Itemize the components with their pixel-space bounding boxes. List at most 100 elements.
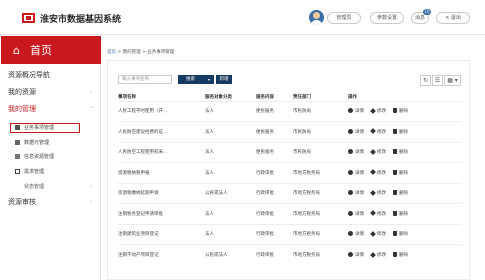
cell-content: 便民服务 xyxy=(256,141,293,163)
delete-button[interactable]: 删除 xyxy=(393,210,408,217)
settings-button[interactable]: 参数设置 xyxy=(370,12,404,24)
delete-icon xyxy=(393,190,397,196)
sidebar-item-my-resources[interactable]: 我的资源 xyxy=(8,87,36,97)
detail-button[interactable]: 详情 xyxy=(348,231,364,237)
table-row[interactable]: 注销建筑业项目登记 法人 行政审批 市地方税务局 详情 修改 删除 xyxy=(118,223,462,245)
table-row[interactable]: 人民防空建设经费的征... 法人 便民服务 市民防局 详情 修改 删除 xyxy=(118,121,462,142)
columns-icon[interactable]: ☰ xyxy=(432,75,443,86)
cell-department: 市民防局 xyxy=(293,100,348,122)
sidebar-item-info-resources[interactable]: 信息资源管理 xyxy=(24,153,54,160)
delete-button[interactable]: 删除 xyxy=(393,231,408,237)
edit-button-label: 修改 xyxy=(377,150,386,156)
delete-button[interactable]: 删除 xyxy=(393,149,408,155)
table-row[interactable]: 人民工程平时使用（开... 法人 便民服务 市民防局 详情 修改 删除 xyxy=(118,100,462,122)
table-header-row: 事项名称 服务对象分类 服务内容 责任部门 操作 xyxy=(118,93,462,101)
edit-button-label: 修改 xyxy=(377,211,386,217)
edit-button[interactable]: 修改 xyxy=(370,148,386,156)
edit-button-label: 修改 xyxy=(377,232,386,238)
top-header: 淮安市数据基因系统 管理员 参数设置 消息 10 × 退出 xyxy=(0,0,485,35)
detail-button[interactable]: 详情 xyxy=(348,252,364,258)
cell-content: 行政审批 xyxy=(256,162,293,183)
breadcrumb-path: > 我的管理 > 业务事项管理 xyxy=(116,50,175,55)
cell-actions: 详情 修改 删除 xyxy=(348,121,462,142)
info-icon xyxy=(348,128,353,134)
edit-icon xyxy=(370,230,376,237)
search-button[interactable]: 搜索 ▾ xyxy=(178,75,214,84)
edit-button[interactable]: 修改 xyxy=(370,210,386,217)
delete-button[interactable]: 删除 xyxy=(393,190,408,196)
column-header-content[interactable]: 服务内容 xyxy=(256,93,293,101)
column-header-name[interactable]: 事项名称 xyxy=(118,93,205,101)
delete-icon xyxy=(393,252,397,257)
sidebar-item-status[interactable]: 状态管理 xyxy=(24,183,44,190)
breadcrumb-home[interactable]: 首页 xyxy=(107,50,116,55)
cell-actions: 详情 修改 删除 xyxy=(348,182,462,204)
sidebar-item-resource-review[interactable]: 资源审核 xyxy=(8,197,36,207)
delete-button-label: 删除 xyxy=(399,109,408,115)
delete-icon xyxy=(393,210,397,216)
user-avatar[interactable] xyxy=(309,10,324,25)
chevron-right-icon: › xyxy=(90,184,92,190)
edit-button[interactable]: 修改 xyxy=(370,189,386,197)
edit-button[interactable]: 修改 xyxy=(370,107,386,114)
breadcrumb: 首页 > 我的管理 > 业务事项管理 xyxy=(107,49,174,55)
cell-department: 市地方税务局 xyxy=(293,244,348,265)
edit-button[interactable]: 修改 xyxy=(370,169,386,176)
edit-icon xyxy=(370,148,376,155)
detail-button[interactable]: 详情 xyxy=(348,108,364,114)
detail-button[interactable]: 详情 xyxy=(348,190,364,196)
delete-button-label: 删除 xyxy=(399,191,408,197)
table-row[interactable]: 注销税务登记申请审批 法人 行政审批 市地方税务局 详情 修改 删除 xyxy=(118,203,462,224)
table-row[interactable]: 人民防空工程使用权采... 法人 便民服务 市民防局 详情 修改 删除 xyxy=(118,141,462,163)
edit-button[interactable]: 修改 xyxy=(370,128,386,135)
cell-content: 行政审批 xyxy=(256,223,293,245)
user-menu-button[interactable]: 管理员 xyxy=(327,12,361,24)
sidebar-item-resource-overview[interactable]: 资源概况导航 xyxy=(8,70,50,80)
sidebar-item-my-management[interactable]: 我的管理 xyxy=(8,104,36,114)
info-icon xyxy=(348,169,353,175)
column-header-actions: 操作 xyxy=(348,94,357,100)
sidebar-item-requirements[interactable]: 需求管理 xyxy=(24,168,44,175)
cell-department: 市民防局 xyxy=(293,121,348,142)
table-row[interactable]: 资源税纳税申报 法人 行政审批 市地方税务局 详情 修改 删除 xyxy=(118,162,462,183)
cell-department: 市地方税务局 xyxy=(293,182,348,204)
detail-button[interactable]: 详情 xyxy=(348,128,364,135)
edit-icon xyxy=(370,251,376,258)
grid-view-icon[interactable]: ▦ ▾ xyxy=(444,75,461,86)
cell-target: 公民或法人 xyxy=(205,244,256,265)
detail-button[interactable]: 详情 xyxy=(348,210,364,217)
search-input[interactable]: 输入事项名称 xyxy=(118,75,172,84)
delete-button[interactable]: 删除 xyxy=(393,169,408,176)
column-header-target[interactable]: 服务对象分类 xyxy=(205,93,256,101)
detail-button-label: 详情 xyxy=(355,109,364,115)
logout-button[interactable]: × 退出 xyxy=(436,12,470,24)
detail-button[interactable]: 详情 xyxy=(348,169,364,176)
sidebar-item-business-matters[interactable]: 业务事项管理 xyxy=(24,124,54,131)
delete-icon xyxy=(393,108,397,114)
business-matters-table: 事项名称 服务对象分类 服务内容 责任部门 操作 人民工程平时使用（开... 法人… xyxy=(118,93,462,265)
delete-button[interactable]: 删除 xyxy=(393,252,408,258)
edit-icon xyxy=(370,107,376,114)
add-button[interactable]: 新增 xyxy=(216,75,232,84)
table-row[interactable]: 注销不动产项目登记 公民或法人 行政审批 市地方税务局 详情 修改 删除 xyxy=(118,244,462,265)
edit-button[interactable]: 修改 xyxy=(370,230,386,238)
line-chart-icon xyxy=(15,154,20,159)
refresh-icon[interactable]: ↻ xyxy=(420,75,431,86)
sidebar-item-data-elements[interactable]: 数据元管理 xyxy=(24,139,49,146)
delete-button[interactable]: 删除 xyxy=(393,128,408,135)
sidebar-home[interactable]: ⌂ 首页 xyxy=(1,36,101,64)
column-header-department[interactable]: 责任部门 xyxy=(293,93,348,101)
detail-button[interactable]: 详情 xyxy=(348,149,364,155)
table-row[interactable]: 资源税缴纳延期申请 公民或法人 行政审批 市地方税务局 详情 修改 删除 xyxy=(118,182,462,204)
delete-icon xyxy=(393,149,397,155)
edit-button[interactable]: 修改 xyxy=(370,251,386,258)
cell-content: 行政审批 xyxy=(256,244,293,265)
edit-button-label: 修改 xyxy=(377,129,386,135)
detail-button-label: 详情 xyxy=(355,129,364,135)
delete-button[interactable]: 删除 xyxy=(393,108,408,114)
cell-actions: 详情 修改 删除 xyxy=(348,162,462,183)
cell-target: 法人 xyxy=(205,141,256,163)
edit-button-label: 修改 xyxy=(377,191,386,197)
cell-actions: 详情 修改 删除 xyxy=(348,141,462,163)
edit-icon xyxy=(370,128,376,135)
